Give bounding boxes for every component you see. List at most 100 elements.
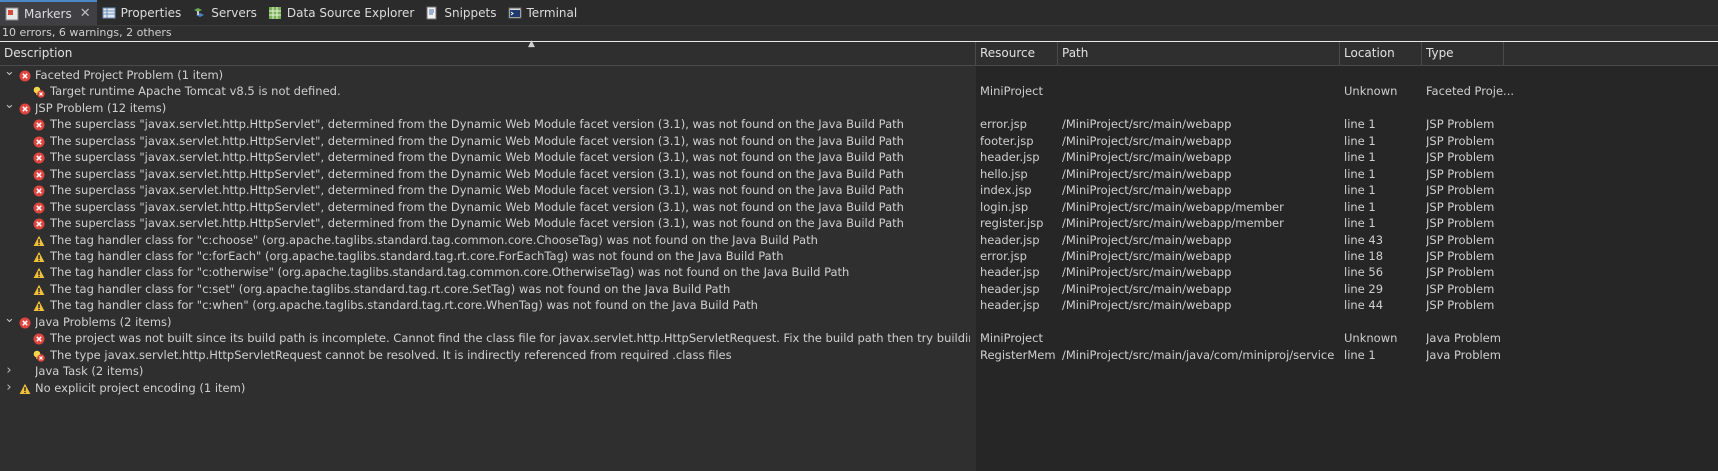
table-row[interactable]: The tag handler class for "c:when" (org.…: [0, 296, 1718, 314]
path-cell: /MiniProject/src/main/webapp/member: [1062, 199, 1284, 214]
path-cell: /MiniProject/src/main/webapp: [1062, 281, 1232, 296]
column-header-location[interactable]: Location: [1340, 42, 1422, 66]
path-cell: [1062, 329, 1338, 347]
description-cell: The superclass "javax.servlet.http.HttpS…: [50, 166, 904, 181]
error-icon: [19, 102, 31, 115]
table-row[interactable]: The tag handler class for "c:otherwise" …: [0, 263, 1718, 281]
table-row[interactable]: The project was not built since its buil…: [0, 329, 1718, 347]
table-row[interactable]: The superclass "javax.servlet.http.HttpS…: [0, 214, 1718, 232]
warning-icon: [19, 382, 31, 394]
error-icon: [33, 184, 45, 197]
resource-cell: hello.jsp: [980, 166, 1028, 181]
group-label: No explicit project encoding (1 item): [35, 380, 246, 395]
location-cell: line 29: [1344, 281, 1384, 296]
description-cell: The tag handler class for "c:forEach" (o…: [50, 248, 784, 263]
location-cell: line 1: [1344, 133, 1376, 148]
type-cell: JSP Problem: [1426, 298, 1495, 313]
table-row[interactable]: The superclass "javax.servlet.http.HttpS…: [0, 115, 1718, 133]
column-header-description[interactable]: Description: [0, 42, 976, 66]
chevron-down-icon[interactable]: ⌄: [4, 65, 15, 84]
type-cell: JSP Problem: [1426, 183, 1495, 198]
tab-label: Servers: [211, 5, 257, 20]
snippets-icon: [424, 5, 440, 21]
type-cell: Faceted Proje...: [1426, 84, 1515, 99]
tab-terminal[interactable]: Terminal: [503, 0, 584, 25]
table-row[interactable]: The tag handler class for "c:set" (org.a…: [0, 280, 1718, 298]
table-row[interactable]: The tag handler class for "c:choose" (or…: [0, 231, 1718, 249]
location-cell: line 1: [1344, 183, 1376, 198]
column-header-resource[interactable]: Resource: [976, 42, 1058, 66]
path-cell: /MiniProject/src/main/webapp: [1062, 133, 1232, 148]
terminal-icon: [507, 5, 523, 21]
group-row[interactable]: ⌄ Java Problems (2 items): [0, 312, 1718, 331]
path-cell: /MiniProject/src/main/webapp: [1062, 166, 1232, 181]
group-row[interactable]: ⌄ JSP Problem (12 items): [0, 98, 1718, 117]
path-cell: /MiniProject/src/main/webapp/member: [1062, 216, 1284, 231]
description-cell: The superclass "javax.servlet.http.HttpS…: [50, 117, 904, 132]
error-icon: [33, 217, 45, 230]
warning-icon: [33, 234, 45, 246]
error-icon: [33, 201, 45, 214]
close-icon[interactable]: ✕: [80, 6, 91, 21]
sort-ascending-icon: ▲: [528, 39, 535, 49]
description-cell: The superclass "javax.servlet.http.HttpS…: [50, 150, 904, 165]
resource-cell: index.jsp: [980, 183, 1032, 198]
group-row[interactable]: ⌄ Faceted Project Problem (1 item): [0, 65, 1718, 84]
description-cell: The tag handler class for "c:otherwise" …: [50, 265, 850, 280]
type-cell: Java Problem: [1426, 347, 1501, 362]
table-row[interactable]: Target runtime Apache Tomcat v8.5 is not…: [0, 82, 1718, 100]
description-cell: The tag handler class for "c:when" (org.…: [50, 298, 758, 313]
table-row[interactable]: The superclass "javax.servlet.http.HttpS…: [0, 132, 1718, 150]
column-header-type[interactable]: Type: [1422, 42, 1504, 66]
error-icon: [33, 118, 45, 131]
location-cell: Unknown: [1344, 331, 1398, 346]
error-icon: [33, 332, 45, 345]
resource-cell: error.jsp: [980, 117, 1027, 132]
group-label: Java Task (2 items): [35, 364, 144, 379]
chevron-right-icon[interactable]: ›: [4, 379, 14, 397]
group-row[interactable]: › No explicit project encoding (1 item): [0, 379, 1718, 397]
tab-snippets[interactable]: Snippets: [420, 0, 502, 25]
resource-cell: RegisterMem...: [980, 347, 1056, 362]
description-cell: The superclass "javax.servlet.http.HttpS…: [50, 183, 904, 198]
problems-summary: 10 errors, 6 warnings, 2 others: [0, 26, 1718, 41]
type-cell: JSP Problem: [1426, 133, 1495, 148]
warning-icon: [33, 299, 45, 312]
error-quickfix-icon: [33, 349, 45, 362]
table-row[interactable]: The superclass "javax.servlet.http.HttpS…: [0, 198, 1718, 216]
description-cell: The type javax.servlet.http.HttpServletR…: [50, 347, 732, 362]
tab-properties[interactable]: Properties: [97, 0, 188, 25]
group-row[interactable]: › Java Task (2 items): [0, 362, 1718, 380]
description-cell: Target runtime Apache Tomcat v8.5 is not…: [50, 84, 341, 99]
description-cell: The project was not built since its buil…: [50, 331, 970, 346]
resource-cell: header.jsp: [980, 281, 1040, 296]
error-icon: [19, 69, 31, 82]
markers-table: ⌄ Faceted Project Problem (1 item) Target …: [0, 65, 1718, 471]
column-header-path[interactable]: Path: [1058, 42, 1340, 66]
data-source-explorer-icon: [267, 5, 283, 21]
location-cell: line 44: [1344, 298, 1384, 313]
type-cell: JSP Problem: [1426, 281, 1495, 296]
tab-markers[interactable]: Markers ✕: [0, 0, 97, 25]
table-row[interactable]: The type javax.servlet.http.HttpServletR…: [0, 346, 1718, 364]
chevron-down-icon[interactable]: ⌄: [4, 98, 15, 117]
location-cell: Unknown: [1344, 84, 1398, 99]
table-row[interactable]: The tag handler class for "c:forEach" (o…: [0, 247, 1718, 265]
description-cell: The superclass "javax.servlet.http.HttpS…: [50, 133, 904, 148]
location-cell: line 1: [1344, 216, 1376, 231]
table-row[interactable]: The superclass "javax.servlet.http.HttpS…: [0, 148, 1718, 166]
table-row[interactable]: The superclass "javax.servlet.http.HttpS…: [0, 165, 1718, 183]
location-cell: line 1: [1344, 347, 1376, 362]
servers-icon: [191, 5, 207, 21]
tab-data-source-explorer[interactable]: Data Source Explorer: [263, 0, 420, 25]
tab-servers[interactable]: Servers: [187, 0, 263, 25]
chevron-right-icon[interactable]: ›: [4, 362, 14, 380]
type-cell: JSP Problem: [1426, 117, 1495, 132]
tab-label: Data Source Explorer: [286, 5, 415, 20]
resource-cell: footer.jsp: [980, 133, 1034, 148]
error-icon: [33, 168, 45, 181]
chevron-down-icon[interactable]: ⌄: [4, 312, 15, 331]
table-row[interactable]: The superclass "javax.servlet.http.HttpS…: [0, 181, 1718, 199]
path-cell: /MiniProject/src/main/webapp: [1062, 150, 1232, 165]
location-cell: line 1: [1344, 117, 1376, 132]
